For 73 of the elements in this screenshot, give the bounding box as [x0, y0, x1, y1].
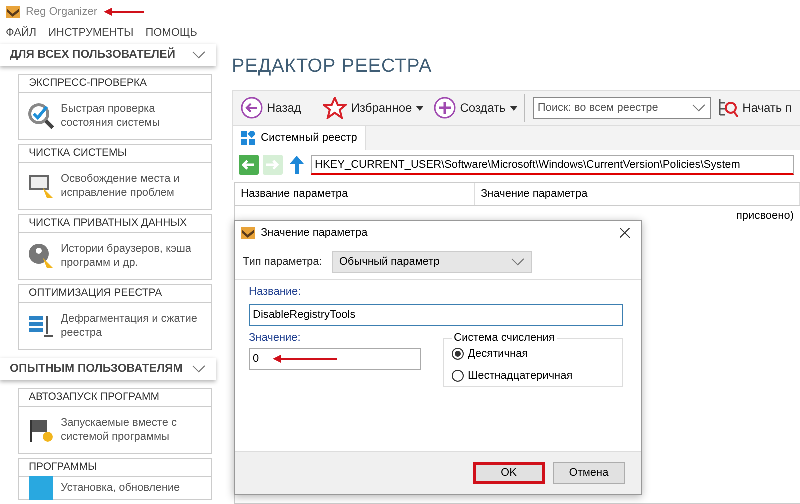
toolbar-button[interactable]: Избранное — [319, 94, 428, 122]
tool-description: Быстрая проверка состояния системы — [61, 102, 162, 130]
tool-card[interactable]: ЭКСПРЕСС-ПРОВЕРКА Быстрая проверка состояния системы — [18, 74, 212, 140]
section-header[interactable]: ОПЫТНЫМ ПОЛЬЗОВАТЕЛЯМ — [0, 358, 216, 380]
tool-description: Дефрагментация и сжатие реестра — [61, 312, 198, 340]
radio-icon[interactable] — [452, 348, 464, 360]
chevron-icon[interactable] — [192, 51, 206, 59]
tool-description: Освобождение места и исправление проблем — [61, 172, 181, 200]
monitor-brush-icon — [27, 172, 55, 200]
menu-item[interactable]: ИНСТРУМЕНТЫ — [48, 27, 134, 39]
tree-search-icon — [716, 97, 739, 119]
section-title: ДЛЯ ВСЕХ ПОЛЬЗОВАТЕЛЕЙ — [10, 49, 176, 61]
caret-icon[interactable] — [416, 106, 424, 110]
table-cell-text: присвоено) — [735, 209, 795, 224]
radio-option[interactable]: Десятичная — [452, 348, 614, 360]
annotation-arrow — [104, 8, 144, 16]
type-dropdown[interactable]: Обычный параметр — [332, 251, 532, 273]
column-header[interactable]: Значение параметра — [475, 183, 800, 205]
tool-description: Истории браузеров, кэша программ и др. — [61, 242, 193, 270]
tool-card[interactable]: ЧИСТКА ПРИВАТНЫХ ДАННЫХ Истории браузеров, кэша программ и др. — [18, 214, 212, 280]
section-header[interactable]: ДЛЯ ВСЕХ ПОЛЬЗОВАТЕЛЕЙ — [0, 44, 216, 66]
toolbar-button[interactable]: Назад — [237, 94, 318, 122]
back-button[interactable] — [239, 155, 259, 175]
toolbar-button[interactable]: Создать — [430, 94, 522, 122]
dialog-button[interactable]: Отмена — [553, 462, 625, 484]
tool-title: АВТОЗАПУСК ПРОГРАММ — [19, 389, 211, 407]
blocks-icon — [241, 131, 255, 145]
radio-option[interactable]: Шестнадцатеричная — [452, 370, 614, 382]
type-label: Тип параметра: — [243, 256, 322, 268]
tool-description: Установка, обновление — [61, 481, 180, 495]
name-field[interactable]: DisableRegistryTools — [249, 304, 623, 326]
tool-title: ОПТИМИЗАЦИЯ РЕЕСТРА — [19, 285, 211, 303]
annotation-arrow — [273, 355, 337, 363]
plus-icon — [434, 97, 456, 119]
right-arrow-icon — [266, 160, 280, 170]
start-search-button[interactable]: Начать п — [712, 94, 796, 122]
menu-item[interactable]: ФАЙЛ — [6, 27, 37, 39]
app-logo-icon — [241, 227, 255, 239]
star-icon — [323, 97, 348, 119]
registry-tab[interactable]: Системный реестр — [233, 126, 366, 150]
value-field[interactable]: 0 — [249, 348, 421, 370]
tool-card[interactable]: АВТОЗАПУСК ПРОГРАММ Запускаемые вместе с системой программы — [18, 388, 212, 454]
app-logo-icon — [6, 6, 20, 18]
column-header[interactable]: Название параметра — [235, 183, 475, 205]
name-label: Название: — [249, 286, 302, 298]
section-title: ОПЫТНЫМ ПОЛЬЗОВАТЕЛЯМ — [10, 363, 183, 375]
chevron-icon[interactable] — [692, 104, 706, 112]
tool-title: ЭКСПРЕСС-ПРОВЕРКА — [19, 75, 211, 93]
dialog-button[interactable]: OK — [473, 462, 545, 484]
registry-path-field[interactable]: HKEY_CURRENT_USER\Software\Microsoft\Windows\CurrentVersion\Policies\System — [311, 155, 794, 175]
tool-description: Запускаемые вместе с системой программы — [61, 416, 178, 444]
close-icon — [620, 228, 630, 238]
left-arrow-icon — [242, 160, 256, 170]
tool-card[interactable]: ОПТИМИЗАЦИЯ РЕЕСТРА Дефрагментация и сжатие реестра — [18, 284, 212, 350]
chevron-icon[interactable] — [511, 258, 526, 266]
menu-item[interactable]: ПОМОЩЬ — [146, 27, 198, 39]
tool-title: ЧИСТКА СИСТЕМЫ — [19, 145, 211, 163]
window-title: Reg Organizer — [26, 6, 98, 18]
magnifier-check-icon — [27, 102, 55, 130]
up-button[interactable] — [287, 155, 307, 175]
radio-icon[interactable] — [452, 370, 464, 382]
tool-card[interactable]: ПРОГРАММЫ Установка, обновление — [18, 458, 212, 500]
caret-icon[interactable] — [510, 106, 518, 110]
tool-title: ЧИСТКА ПРИВАТНЫХ ДАННЫХ — [19, 215, 211, 233]
group-title: Система счисления — [453, 332, 556, 344]
search-dropdown[interactable]: Поиск: во всем реестре — [532, 97, 711, 119]
tool-card[interactable]: ЧИСТКА СИСТЕМЫ Освобождение места и исправление проблем — [18, 144, 212, 210]
up-arrow-icon — [290, 156, 304, 174]
chevron-icon[interactable] — [192, 365, 206, 373]
dialog-title: Значение параметра — [261, 227, 368, 239]
person-brush-icon — [27, 242, 55, 270]
value-label: Значение: — [249, 332, 302, 344]
page-heading: РЕДАКТОР РЕЕСТРА — [232, 55, 434, 79]
